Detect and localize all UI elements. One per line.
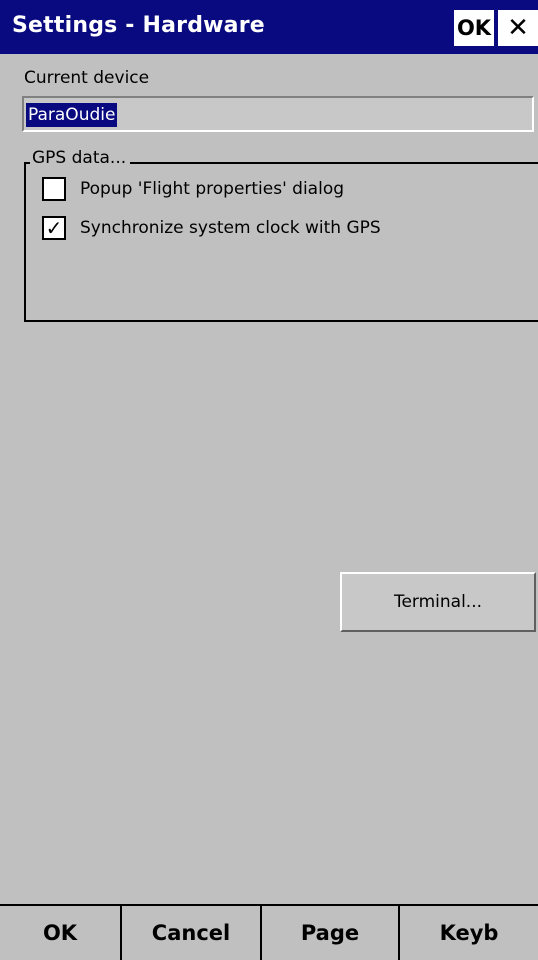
current-device-field[interactable]: ParaOudie (22, 96, 534, 132)
keyboard-button[interactable]: Keyb (400, 906, 538, 960)
terminal-button[interactable]: Terminal... (340, 572, 536, 632)
sync-clock-checkbox[interactable]: ✓ (42, 216, 66, 240)
close-icon: ✕ (507, 13, 529, 43)
gps-data-legend: GPS data... (30, 146, 131, 170)
sync-clock-option[interactable]: ✓ Synchronize system clock with GPS (42, 214, 381, 242)
current-device-label: Current device (24, 68, 150, 88)
window-title: Settings - Hardware (12, 13, 265, 38)
ok-button[interactable]: OK (0, 906, 122, 960)
popup-flight-properties-label: Popup 'Flight properties' dialog (80, 179, 345, 199)
sync-clock-label: Synchronize system clock with GPS (80, 218, 381, 238)
cancel-button[interactable]: Cancel (122, 906, 262, 960)
close-button[interactable]: ✕ (498, 10, 538, 46)
titlebar-ok-button[interactable]: OK (454, 10, 494, 46)
title-bar: Settings - Hardware OK ✕ (0, 0, 538, 54)
page-button[interactable]: Page (262, 906, 400, 960)
checkmark-icon: ✓ (45, 216, 63, 240)
popup-flight-properties-checkbox[interactable] (42, 177, 66, 201)
popup-flight-properties-option[interactable]: Popup 'Flight properties' dialog (42, 175, 344, 203)
bottom-command-bar: OK Cancel Page Keyb (0, 904, 538, 960)
current-device-value: ParaOudie (26, 103, 118, 127)
